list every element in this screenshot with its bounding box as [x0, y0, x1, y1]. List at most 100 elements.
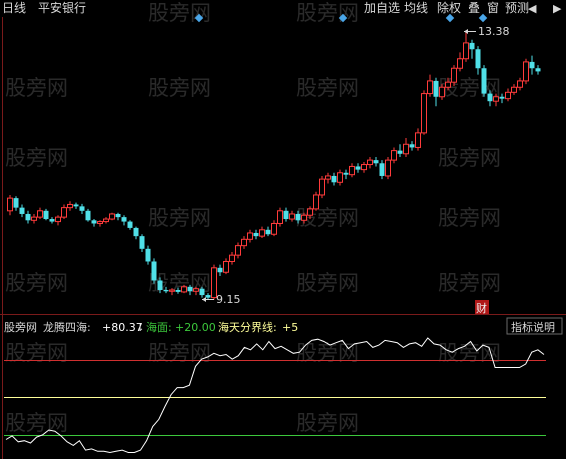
- candle[interactable]: [283, 207, 289, 222]
- candle[interactable]: [289, 210, 295, 222]
- candle[interactable]: [73, 202, 79, 209]
- candle[interactable]: [313, 191, 319, 211]
- watermark: 股旁网: [5, 271, 68, 295]
- candle[interactable]: [31, 213, 37, 224]
- watermark: 股旁网: [148, 76, 211, 100]
- candle[interactable]: [457, 52, 463, 72]
- sea-value: +20.00: [175, 321, 216, 334]
- candle[interactable]: [343, 169, 349, 180]
- candle[interactable]: [109, 212, 115, 221]
- candle[interactable]: [67, 201, 73, 211]
- candle-body: [43, 210, 49, 220]
- toolbar-button[interactable]: 均线: [404, 1, 428, 15]
- candle[interactable]: [529, 55, 535, 75]
- high-price-label: 13.38: [478, 25, 510, 38]
- candle[interactable]: [235, 242, 241, 259]
- toolbar-button[interactable]: 叠: [468, 1, 480, 15]
- candle[interactable]: [337, 169, 343, 186]
- candle[interactable]: [271, 220, 277, 237]
- candle[interactable]: [481, 65, 487, 97]
- candle[interactable]: [139, 234, 145, 252]
- candle[interactable]: [133, 226, 139, 240]
- candle[interactable]: [247, 229, 253, 243]
- arrow-left-icon[interactable]: ◀: [528, 2, 537, 15]
- candle[interactable]: [421, 90, 427, 135]
- candle[interactable]: [415, 128, 421, 151]
- candle[interactable]: [97, 220, 103, 227]
- candle-body: [103, 218, 109, 223]
- candle[interactable]: [259, 226, 265, 239]
- period-label[interactable]: 日线: [2, 1, 26, 15]
- indicator-help-button[interactable]: 指标说明: [511, 320, 555, 334]
- watermark: 股旁网: [296, 411, 359, 435]
- candle[interactable]: [7, 194, 13, 216]
- candle[interactable]: [127, 220, 133, 230]
- candle[interactable]: [43, 208, 49, 221]
- candle[interactable]: [85, 208, 91, 222]
- candle-body: [277, 210, 283, 224]
- candle[interactable]: [121, 215, 127, 226]
- candle[interactable]: [535, 65, 541, 75]
- candle-body: [151, 261, 157, 281]
- candle[interactable]: [19, 204, 25, 218]
- toolbar-button[interactable]: 窗: [487, 1, 499, 15]
- candle[interactable]: [427, 74, 433, 97]
- candle[interactable]: [319, 175, 325, 199]
- toolbar-button[interactable]: 加自选: [364, 1, 400, 15]
- candle[interactable]: [367, 156, 373, 169]
- candle-body: [193, 288, 199, 292]
- candle[interactable]: [253, 229, 259, 240]
- candle[interactable]: [61, 204, 67, 220]
- candle[interactable]: [511, 84, 517, 95]
- candle[interactable]: [379, 160, 385, 180]
- candle-body: [535, 68, 541, 72]
- candle[interactable]: [241, 236, 247, 249]
- candle-body: [307, 208, 313, 216]
- candle[interactable]: [325, 172, 331, 184]
- candle-body: [463, 42, 469, 60]
- candle[interactable]: [523, 58, 529, 85]
- candle[interactable]: [13, 196, 19, 211]
- toolbar-button[interactable]: 预测: [505, 1, 529, 15]
- candle[interactable]: [505, 88, 511, 102]
- event-marker-icon[interactable]: [478, 13, 488, 23]
- arrow-right-icon[interactable]: ▶: [553, 2, 562, 15]
- candle[interactable]: [469, 39, 475, 59]
- toolbar-button[interactable]: 除权: [437, 0, 461, 15]
- candle[interactable]: [331, 172, 337, 186]
- candle[interactable]: [223, 258, 229, 275]
- candle[interactable]: [115, 212, 121, 221]
- candle[interactable]: [151, 258, 157, 284]
- candle[interactable]: [103, 217, 109, 224]
- candle[interactable]: [403, 137, 409, 157]
- candle[interactable]: [409, 141, 415, 151]
- candle[interactable]: [355, 163, 361, 173]
- candle-body: [373, 160, 379, 164]
- candle-body: [217, 267, 223, 273]
- candle[interactable]: [349, 163, 355, 178]
- event-marker-icon[interactable]: [445, 13, 455, 23]
- candle[interactable]: [145, 245, 151, 265]
- candle[interactable]: [25, 210, 31, 224]
- candle[interactable]: [277, 207, 283, 227]
- candle[interactable]: [229, 251, 235, 265]
- candle[interactable]: [49, 217, 55, 224]
- candle[interactable]: [463, 31, 469, 62]
- finance-badge[interactable]: 财: [476, 301, 487, 315]
- candle[interactable]: [385, 156, 391, 180]
- candle-body: [115, 213, 121, 218]
- candle[interactable]: [217, 264, 223, 277]
- candle[interactable]: [397, 144, 403, 157]
- candle[interactable]: [55, 215, 61, 226]
- candle[interactable]: [265, 226, 271, 237]
- watermark-layer: 股旁网 股旁网股旁网 股旁网 股旁网 股旁网股旁网 股旁网股旁网 股旁网 股旁网股旁网 股旁网股…: [5, 1, 501, 435]
- candle[interactable]: [517, 77, 523, 91]
- candle[interactable]: [433, 77, 439, 107]
- candle[interactable]: [475, 46, 481, 75]
- candle[interactable]: [37, 207, 43, 220]
- candle[interactable]: [361, 162, 367, 173]
- candle[interactable]: [391, 147, 397, 164]
- candle[interactable]: [373, 156, 379, 167]
- candle[interactable]: [91, 219, 97, 227]
- candle[interactable]: [79, 203, 85, 214]
